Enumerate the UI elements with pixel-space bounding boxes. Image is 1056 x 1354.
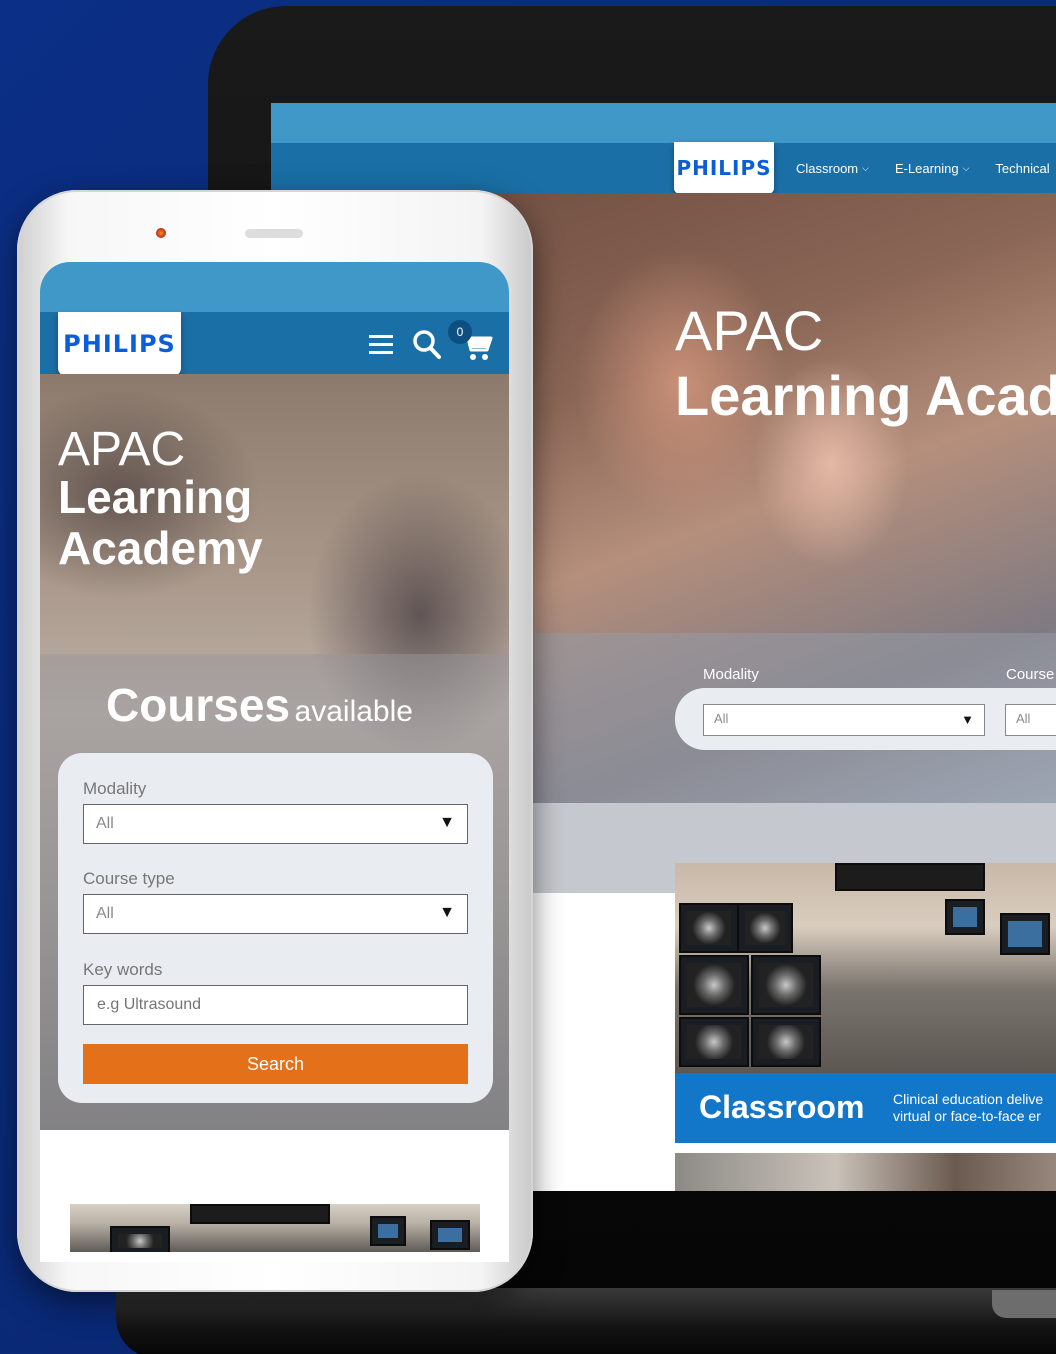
nav-item-technical[interactable]: Technical <box>995 161 1049 176</box>
chevron-down-icon: ⌵ <box>962 162 970 173</box>
nav-item-label: E-Learning <box>894 160 959 176</box>
nav-item-label: Technical <box>995 160 1050 176</box>
nav-item-e-learning[interactable]: E-Learning ⌵ <box>895 161 969 176</box>
caret-down-icon: ▼ <box>439 904 455 921</box>
monitor <box>679 903 739 953</box>
laptop-nav-menu: Classroom ⌵ E-Learning ⌵ Technical <box>796 143 1050 193</box>
description-line: Clinical education delive <box>893 1091 1044 1107</box>
logo-text: PHILIPS <box>63 330 176 358</box>
select-value: All <box>714 711 729 726</box>
hero-title-line: Learning <box>58 471 253 523</box>
menu-icon[interactable] <box>368 332 394 361</box>
keywords-input[interactable] <box>83 985 468 1025</box>
courses-available-heading: Courses available <box>106 678 413 732</box>
monitor <box>751 955 821 1015</box>
cart-count-badge: 0 <box>448 320 472 344</box>
classroom-card-bar[interactable]: Classroom Clinical education delive virt… <box>675 1073 1056 1143</box>
monitor <box>370 1216 406 1246</box>
phone-philips-logo[interactable]: PHILIPS <box>58 312 181 376</box>
camera-icon <box>156 228 166 238</box>
course-search-form: Modality All ▼ Course type All ▼ Key wor… <box>58 753 493 1103</box>
classroom-card-title: Classroom <box>699 1089 865 1125</box>
keywords-label: Key words <box>83 960 163 979</box>
modality-select[interactable]: All ▼ <box>83 804 468 844</box>
classroom-thumbnail[interactable] <box>70 1204 480 1252</box>
monitor <box>679 955 749 1015</box>
course-type-label: Course type <box>83 869 175 888</box>
search-icon[interactable] <box>412 328 442 365</box>
laptop-modality-select[interactable]: All ▼ <box>703 704 985 736</box>
speaker-grille <box>245 229 303 238</box>
phone-screen: PHILIPS 0 APAC Learning Academy Courses … <box>40 262 509 1262</box>
laptop-base <box>116 1288 1056 1354</box>
monitor <box>737 903 793 953</box>
phone-hero-title: Learning Academy <box>58 472 263 574</box>
laptop-top-bar <box>271 103 1056 143</box>
monitor <box>430 1220 470 1250</box>
courses-heading-light: available <box>294 695 413 728</box>
laptop-hero-title: Learning Acad <box>675 364 1056 427</box>
laptop-base-notch <box>992 1290 1056 1318</box>
description-line: virtual or face-to-face er <box>893 1108 1041 1124</box>
phone-top-bar <box>40 262 509 312</box>
phone-hero-apac: APAC <box>58 423 186 476</box>
second-card-photo[interactable] <box>675 1153 1056 1191</box>
laptop-course-label: Course <box>1006 666 1055 683</box>
select-value: All <box>96 815 114 832</box>
wall-screen <box>190 1204 330 1224</box>
select-value: All <box>1016 711 1031 726</box>
chevron-down-icon: ⌵ <box>862 162 869 173</box>
monitor <box>1000 913 1050 955</box>
caret-down-icon: ▼ <box>961 712 974 727</box>
laptop-filter-panel: All ▼ All <box>675 688 1056 750</box>
laptop-philips-logo[interactable]: PHILIPS <box>674 142 774 194</box>
logo-text: PHILIPS <box>676 156 772 180</box>
nav-item-classroom[interactable]: Classroom ⌵ <box>796 161 869 176</box>
search-button[interactable]: Search <box>83 1044 468 1084</box>
wall-screen <box>835 863 985 891</box>
monitor <box>110 1226 170 1252</box>
monitor <box>945 899 985 935</box>
hero-title-line: Academy <box>58 522 263 574</box>
modality-label: Modality <box>83 779 147 798</box>
caret-down-icon: ▼ <box>439 814 455 831</box>
laptop-hero-apac: APAC <box>675 299 824 362</box>
monitor <box>679 1017 749 1067</box>
nav-item-label: Classroom <box>796 160 859 176</box>
laptop-modality-label: Modality <box>703 666 759 683</box>
classroom-card-description: Clinical education delive virtual or fac… <box>893 1091 1043 1125</box>
monitor <box>751 1017 821 1067</box>
course-type-select[interactable]: All ▼ <box>83 894 468 934</box>
select-value: All <box>96 905 114 922</box>
classroom-card-photo[interactable] <box>675 863 1056 1073</box>
laptop-course-select[interactable]: All <box>1005 704 1056 736</box>
courses-heading-bold: Courses <box>106 679 291 731</box>
